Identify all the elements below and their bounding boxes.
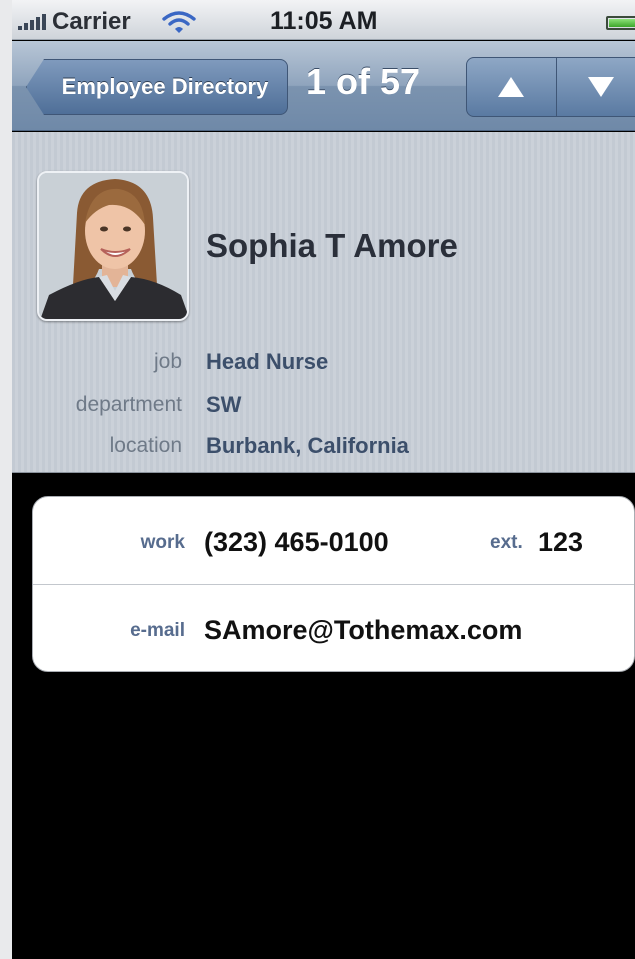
location-label: location bbox=[109, 434, 182, 457]
carrier-name: Carrier bbox=[52, 8, 131, 35]
work-label: work bbox=[140, 532, 185, 553]
employee-header: Sophia T Amore job Head Nurse department… bbox=[12, 132, 635, 473]
location-value: Burbank, California bbox=[206, 433, 409, 458]
email-label: e-mail bbox=[130, 620, 185, 641]
contact-card: work (323) 465-0100 ext. 123 e-mail SAmo… bbox=[32, 496, 635, 672]
status-time: 11:05 AM bbox=[270, 7, 378, 35]
job-label: job bbox=[153, 350, 182, 373]
back-button-label: Employee Directory bbox=[61, 74, 269, 99]
work-phone-row[interactable]: work (323) 465-0100 ext. 123 bbox=[33, 497, 634, 585]
job-value: Head Nurse bbox=[206, 349, 329, 374]
triangle-up-icon bbox=[498, 77, 525, 97]
signal-icon bbox=[18, 14, 46, 30]
extension-label: ext. bbox=[490, 532, 523, 553]
prev-next-segmented-control bbox=[466, 57, 635, 117]
record-counter: 1 of 57 bbox=[306, 61, 421, 102]
email-value: SAmore@Tothemax.com bbox=[204, 615, 523, 645]
triangle-down-icon bbox=[587, 77, 614, 97]
wifi-icon bbox=[162, 10, 196, 39]
back-button[interactable]: Employee Directory bbox=[26, 59, 288, 115]
department-value: SW bbox=[206, 392, 242, 417]
extension-value: 123 bbox=[538, 527, 584, 557]
employee-photo bbox=[37, 171, 189, 321]
email-row[interactable]: e-mail SAmore@Tothemax.com bbox=[33, 585, 634, 671]
department-label: department bbox=[75, 393, 182, 416]
next-record-button[interactable] bbox=[555, 58, 635, 116]
battery-icon bbox=[606, 16, 635, 30]
employee-name: Sophia T Amore bbox=[206, 227, 458, 264]
work-phone-value: (323) 465-0100 bbox=[204, 527, 389, 557]
phone-screen: Carrier 11:05 AM Employee Directory 1 of… bbox=[12, 0, 635, 959]
navigation-bar: Employee Directory 1 of 57 bbox=[12, 41, 635, 131]
status-bar: Carrier 11:05 AM bbox=[12, 0, 635, 40]
previous-record-button[interactable] bbox=[467, 58, 556, 116]
